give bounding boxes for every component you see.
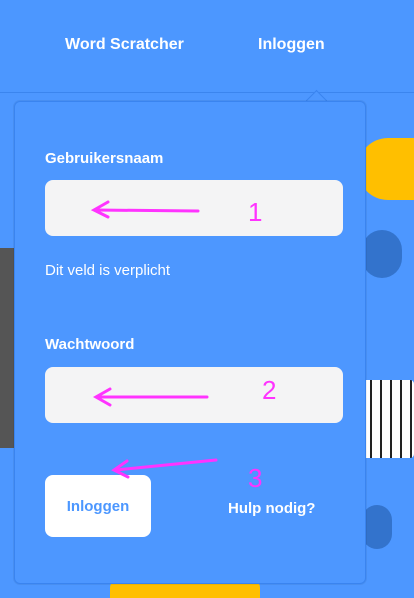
annotation-arrow-3 — [114, 458, 218, 472]
annotation-number-1: 1 — [248, 197, 263, 227]
annotation-arrows — [90, 200, 218, 479]
annotation-number-2: 2 — [262, 375, 277, 405]
annotation-number-3: 3 — [248, 463, 263, 493]
annotation-arrow-1 — [94, 208, 200, 213]
